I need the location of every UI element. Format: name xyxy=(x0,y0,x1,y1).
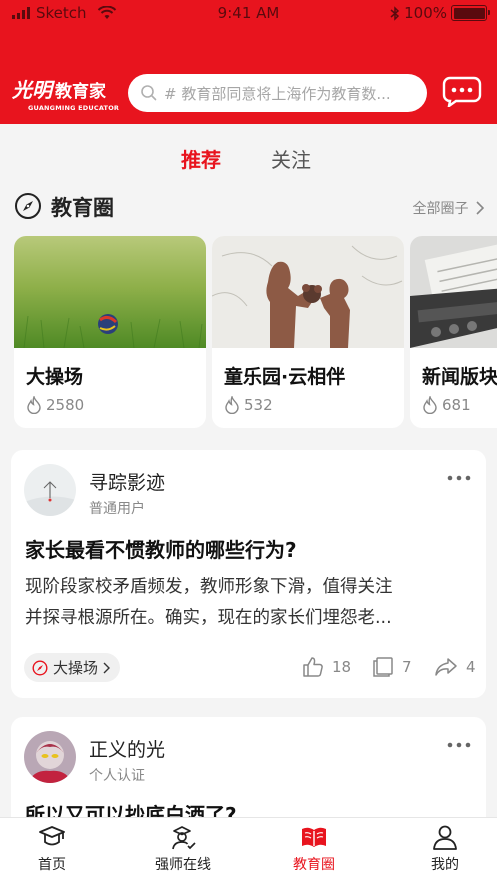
post-body-line: 并探寻根源所在。确实，现在的家长们埋怨老... xyxy=(25,608,392,628)
search-bar[interactable]: # 教育部同意将上海作为教育数... xyxy=(128,74,427,112)
compass-icon xyxy=(15,193,41,219)
book-icon xyxy=(302,827,326,847)
card-heat: 532 xyxy=(224,396,273,414)
circle-tag[interactable]: 大操场 xyxy=(24,653,121,682)
card-heat-count: 681 xyxy=(442,396,471,414)
author-name[interactable]: 正义的光 xyxy=(89,735,165,762)
thumbs-up-icon xyxy=(303,657,323,677)
avatar[interactable] xyxy=(24,731,76,783)
card-title: 新闻版块 xyxy=(422,366,497,388)
more-options-icon[interactable] xyxy=(446,474,472,482)
chevron-right-icon xyxy=(103,662,111,673)
author-name[interactable]: 寻踪影迹 xyxy=(89,468,165,495)
share-button[interactable]: 4 xyxy=(434,656,476,678)
author-role: 普通用户 xyxy=(89,501,145,517)
feed-tabs: 推荐 关注 xyxy=(0,140,497,180)
nav-item-teacher[interactable]: 强师在线 xyxy=(138,824,228,874)
battery-percent: 100% xyxy=(404,4,447,22)
section-title: 教育圈 xyxy=(51,196,114,220)
bluetooth-icon xyxy=(390,5,400,21)
compass-icon xyxy=(32,659,48,676)
circle-tag-label: 大操场 xyxy=(53,659,99,677)
status-right: 100% xyxy=(390,4,490,22)
flame-icon xyxy=(27,396,41,414)
feed-post[interactable]: 寻踪影迹 普通用户 家长最看不惯教师的哪些行为? 现阶段家校矛盾频发，教师形象下… xyxy=(11,450,486,698)
card-heat-count: 532 xyxy=(244,396,273,414)
post-body[interactable]: 现阶段家校矛盾频发，教师形象下滑，值得关注 并探寻根源所在。确实，现在的家长们埋… xyxy=(25,572,475,634)
card-heat: 681 xyxy=(422,396,471,414)
more-options-icon[interactable] xyxy=(446,741,472,749)
nav-label: 强师在线 xyxy=(155,857,211,873)
all-circles-label: 全部圈子 xyxy=(412,201,469,217)
battery-icon xyxy=(451,5,490,21)
flame-icon xyxy=(225,396,239,414)
nav-label: 首页 xyxy=(38,857,66,873)
nav-item-home[interactable]: 首页 xyxy=(7,824,97,874)
circle-card[interactable]: 童乐园·云相伴 532 xyxy=(212,236,404,428)
post-body-line: 现阶段家校矛盾频发，教师形象下滑，值得关注 xyxy=(25,577,393,597)
logo-brand-text: 教育家 xyxy=(55,82,106,102)
logo-english: GUANGMING EDUCATOR xyxy=(28,104,120,112)
card-heat: 2580 xyxy=(26,396,84,414)
card-heat-count: 2580 xyxy=(46,396,85,414)
user-icon xyxy=(433,825,457,850)
flame-icon xyxy=(423,396,437,414)
search-icon xyxy=(141,85,157,101)
card-title: 童乐园·云相伴 xyxy=(224,366,346,388)
logo-script: 光明 xyxy=(12,78,52,102)
share-count: 4 xyxy=(466,658,476,676)
all-circles-link[interactable]: 全部圈子 xyxy=(412,198,485,218)
author-role: 个人认证 xyxy=(89,768,145,784)
circle-section-header: 教育圈 全部圈子 xyxy=(14,190,485,224)
post-title[interactable]: 家长最看不惯教师的哪些行为? xyxy=(25,534,297,563)
like-button[interactable]: 18 xyxy=(302,656,351,678)
avatar[interactable] xyxy=(24,464,76,516)
tab-follow[interactable]: 关注 xyxy=(271,144,311,173)
nav-item-mine[interactable]: 我的 xyxy=(400,824,490,874)
card-image-typewriter xyxy=(410,236,497,348)
share-icon xyxy=(435,658,457,676)
search-placeholder: # 教育部同意将上海作为教育数... xyxy=(164,84,391,103)
teacher-icon xyxy=(172,826,196,850)
card-title: 大操场 xyxy=(26,366,84,388)
chevron-right-icon xyxy=(476,201,485,215)
comment-icon xyxy=(373,657,393,677)
circle-card[interactable]: 新闻版块 681 xyxy=(410,236,497,428)
comment-count: 7 xyxy=(402,658,412,676)
status-bar: Sketch 9:41 AM 100% xyxy=(0,0,497,28)
tab-recommend[interactable]: 推荐 xyxy=(181,144,221,173)
nav-label: 教育圈 xyxy=(293,857,335,873)
app-header: Sketch 9:41 AM 100% 光明 教育家 GUANGMING EDU… xyxy=(0,0,497,124)
bottom-nav: 首页 强师在线 教育圈 我的 xyxy=(0,817,497,883)
nav-item-circle[interactable]: 教育圈 xyxy=(269,824,359,874)
comment-button[interactable]: 7 xyxy=(372,656,412,678)
graduation-cap-icon xyxy=(39,826,65,846)
message-icon[interactable] xyxy=(442,75,482,107)
app-logo[interactable]: 光明 教育家 GUANGMING EDUCATOR xyxy=(12,74,119,112)
card-image-silhouette xyxy=(212,236,404,348)
like-count: 18 xyxy=(332,658,352,676)
circle-card[interactable]: 大操场 2580 xyxy=(14,236,206,428)
circle-card-carousel: 大操场 2580 童乐园·云相伴 532 新闻版块 681 xyxy=(14,236,497,428)
nav-label: 我的 xyxy=(431,857,459,873)
card-image-grass xyxy=(14,236,206,348)
